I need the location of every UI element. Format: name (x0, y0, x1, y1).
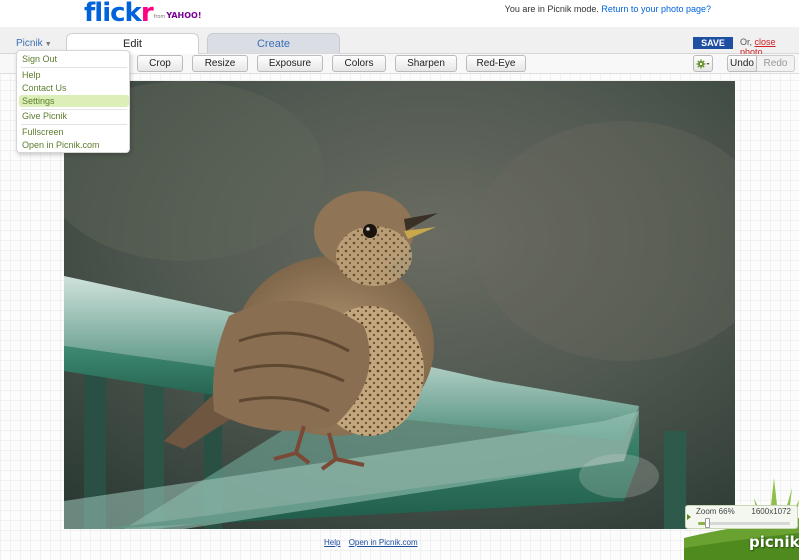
picnik-menu-button[interactable]: Picnik ▼ (16, 38, 52, 49)
triangle-right-icon[interactable] (687, 514, 691, 520)
gear-icon (696, 59, 710, 69)
logo-from: from (153, 14, 166, 20)
flickr-logo[interactable]: flickrfromYAHOO! (84, 0, 201, 28)
logo-yahoo: YAHOO! (166, 11, 202, 20)
save-button[interactable]: SAVE (693, 37, 733, 49)
zoom-panel: Zoom 66% 1600x1072 (685, 505, 798, 529)
chevron-down-icon: ▼ (44, 41, 52, 48)
footer-links: Help Open in Picnik.com (324, 538, 424, 547)
bird-photo (64, 81, 735, 529)
zoom-slider-thumb[interactable] (705, 518, 710, 528)
photo-canvas[interactable] (64, 81, 735, 529)
zoom-slider-track[interactable] (698, 522, 790, 525)
menu-divider (21, 67, 127, 68)
page: flickrfromYAHOO! You are in Picnik mode.… (0, 0, 799, 560)
logo-flick: flick (84, 0, 142, 28)
menu-contact-us[interactable]: Contact Us (19, 82, 129, 94)
zoom-label: Zoom 66% (696, 507, 735, 516)
picnik-menu-label: Picnik (16, 38, 43, 49)
return-photo-link[interactable]: Return to your photo page? (601, 4, 711, 14)
menu-sign-out[interactable]: Sign Out (19, 53, 129, 65)
picnik-logo: picnik (749, 533, 799, 551)
red-eye-button[interactable]: Red-Eye (466, 55, 526, 72)
tab-create[interactable]: Create (207, 33, 340, 53)
menu-help[interactable]: Help (19, 69, 129, 81)
logo-r: r (140, 0, 154, 28)
menu-fullscreen[interactable]: Fullscreen (19, 126, 129, 138)
header: flickrfromYAHOO! You are in Picnik mode.… (0, 0, 799, 28)
settings-gear-button[interactable] (693, 55, 713, 72)
sharpen-button[interactable]: Sharpen (395, 55, 457, 72)
or-text: Or, (740, 37, 753, 47)
exposure-button[interactable]: Exposure (257, 55, 323, 72)
footer-help-link[interactable]: Help (324, 538, 340, 547)
mode-text: You are in Picnik mode. (504, 4, 599, 14)
footer-open-picnik-link[interactable]: Open in Picnik.com (349, 538, 418, 547)
crop-button[interactable]: Crop (137, 55, 183, 72)
menu-open-picnik[interactable]: Open in Picnik.com (19, 139, 129, 151)
colors-button[interactable]: Colors (332, 55, 386, 72)
image-dimensions: 1600x1072 (751, 507, 791, 516)
picnik-dropdown-menu: Sign Out Help Contact Us Settings Give P… (16, 50, 130, 153)
menu-divider (21, 124, 127, 125)
undo-button[interactable]: Undo (727, 55, 757, 72)
menu-give-picnik[interactable]: Give Picnik (19, 110, 129, 122)
menu-settings[interactable]: Settings (19, 95, 129, 107)
resize-button[interactable]: Resize (192, 55, 248, 72)
redo-button[interactable]: Redo (757, 55, 795, 72)
mode-notice: You are in Picnik mode. Return to your p… (505, 4, 711, 14)
